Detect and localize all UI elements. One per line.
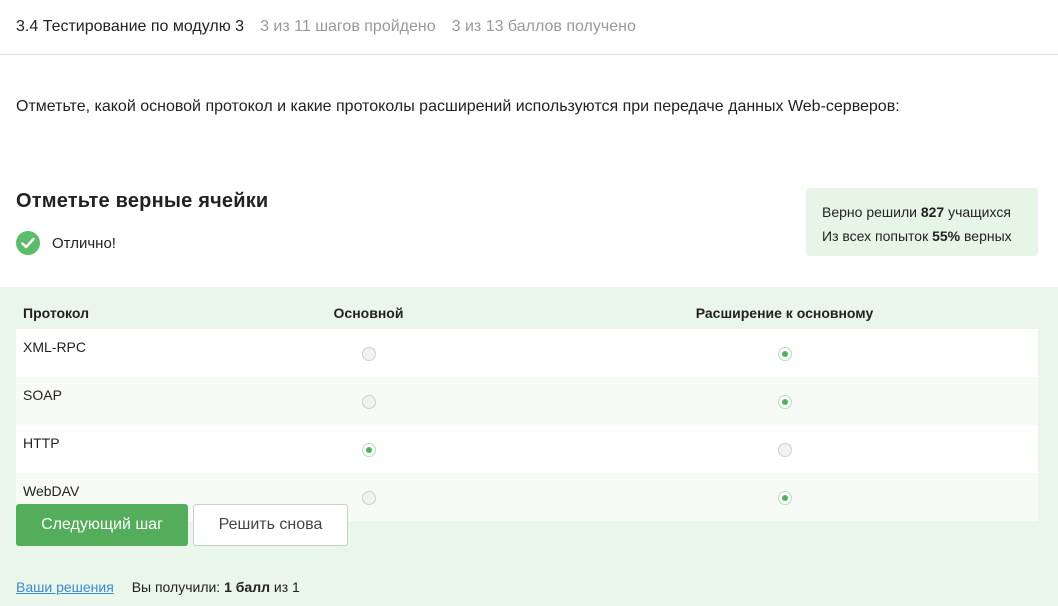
task-title: Отметьте верные ячейки	[16, 190, 269, 212]
table-header-row: Протокол Основной Расширение к основному	[16, 297, 1038, 329]
column-header-main: Основной	[333, 305, 404, 321]
question-text: Отметьте, какой основой протокол и какие…	[16, 98, 900, 115]
received-score: 1 балл	[224, 579, 270, 595]
stats-solved-line: Верно решили 827 учащихся	[822, 200, 1038, 224]
radio-main[interactable]	[361, 443, 376, 458]
points-progress: 3 из 13 баллов получено	[451, 18, 636, 35]
solve-stats: Верно решили 827 учащихся Из всех попыто…	[806, 188, 1038, 256]
stats-solved-count: 827	[920, 204, 945, 220]
retry-button[interactable]: Решить снова	[193, 504, 348, 546]
cell-extension	[531, 377, 1038, 425]
radio-main[interactable]	[361, 395, 376, 410]
check-circle-icon	[16, 231, 40, 255]
steps-progress: 3 из 11 шагов пройдено	[260, 18, 436, 35]
cell-main	[206, 329, 531, 377]
step-header: 3.4 Тестирование по модулю 3 3 из 11 шаг…	[0, 0, 1058, 55]
radio-main[interactable]	[361, 347, 376, 362]
radio-extension[interactable]	[777, 491, 792, 506]
radio-extension[interactable]	[777, 443, 792, 458]
stats-attempts-suffix: верных	[964, 228, 1012, 244]
received-suffix: из 1	[273, 579, 300, 595]
cell-main	[206, 377, 531, 425]
stats-solved-prefix: Верно решили	[822, 204, 917, 220]
cell-extension	[531, 425, 1038, 473]
radio-main[interactable]	[361, 491, 376, 506]
radio-extension[interactable]	[777, 395, 792, 410]
column-header-extension: Расширение к основному	[695, 305, 874, 321]
footer-result: Ваши решения Вы получили: 1 балл из 1	[16, 579, 300, 595]
protocol-name: XML-RPC	[16, 329, 206, 377]
answer-table: Протокол Основной Расширение к основному…	[16, 297, 1038, 521]
lesson-title: 3.4 Тестирование по модулю 3	[16, 18, 245, 35]
stats-attempts-prefix: Из всех попыток	[822, 228, 929, 244]
result-status: Отлично!	[16, 231, 116, 255]
protocol-name: HTTP	[16, 425, 206, 473]
stats-attempts-line: Из всех попыток 55% верных	[822, 224, 1038, 248]
table-row: SOAP	[16, 377, 1038, 425]
stats-solved-suffix: учащихся	[948, 204, 1011, 220]
table-row: HTTP	[16, 425, 1038, 473]
received-prefix: Вы получили:	[131, 579, 221, 595]
cell-extension	[531, 473, 1038, 521]
status-text: Отлично!	[52, 234, 116, 252]
your-solutions-link[interactable]: Ваши решения	[16, 579, 114, 595]
radio-extension[interactable]	[777, 347, 792, 362]
table-row: XML-RPC	[16, 329, 1038, 377]
column-header-protocol: Протокол	[23, 305, 89, 321]
cell-extension	[531, 329, 1038, 377]
protocol-name: SOAP	[16, 377, 206, 425]
cell-main	[206, 425, 531, 473]
next-step-button[interactable]: Следующий шаг	[16, 504, 188, 546]
stats-percent: 55%	[932, 228, 961, 244]
